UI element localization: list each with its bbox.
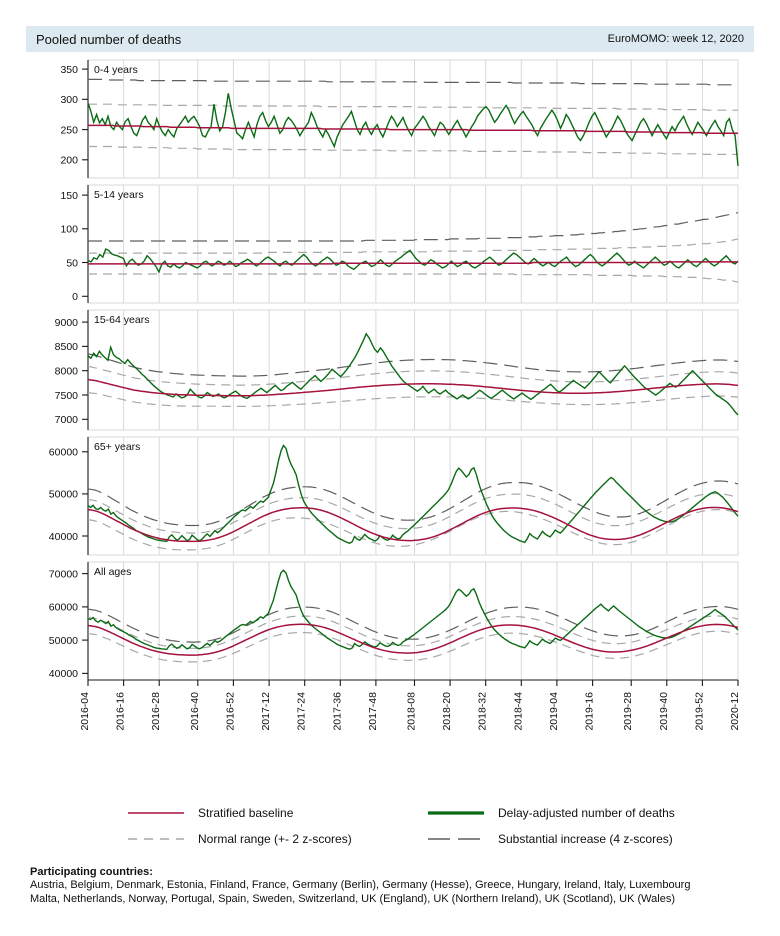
x-tick-label: 2016-16 [115, 692, 127, 731]
legend-swatch-baseline-icon [128, 812, 184, 814]
y-tick-label: 70000 [49, 568, 78, 580]
series-substantial-increase [87, 480, 739, 527]
y-tick-label: 100 [60, 224, 78, 236]
series-substantial-increase [88, 212, 739, 242]
legend-swatch-deaths-icon [428, 811, 484, 815]
y-tick-label: 7000 [55, 414, 79, 426]
chart-panel-all-ages: 40000 50000 60000 70000 All ages 2016-04 2016-… [49, 561, 741, 731]
x-tick-label: 2018-32 [477, 692, 489, 731]
panel-label: 0-4 years [94, 64, 138, 76]
series-normal-range-lower [88, 145, 738, 155]
legend-swatch-normal-range-icon [128, 838, 184, 840]
x-tick-label: 2018-08 [405, 692, 417, 731]
y-tick-label: 60000 [49, 447, 78, 459]
participating-countries-line-2: Malta, Netherlands, Norway, Portugal, Sp… [30, 892, 675, 905]
x-tick-label: 2016-28 [150, 692, 162, 731]
legend-label-baseline: Stratified baseline [198, 806, 294, 820]
legend-row-1: Stratified baseline Delay-adjusted numbe… [0, 800, 780, 826]
series-substantial-increase [88, 78, 738, 86]
legend-delay-adjusted-deaths: Delay-adjusted number of deaths [428, 806, 758, 820]
y-tick-label: 50000 [49, 635, 78, 647]
x-tick-label: 2016-04 [79, 692, 91, 731]
x-tick-label: 2017-24 [296, 692, 308, 731]
legend-label-substantial: Substantial increase (4 z-scores) [498, 832, 673, 846]
participating-countries-title: Participating countries: [30, 866, 153, 878]
chart-panel-15-64-years: 7000 7500 8000 8500 9000 15-64 years [55, 309, 739, 431]
page-title: Pooled number of deaths [36, 31, 182, 47]
x-tick-label: 2019-52 [693, 692, 705, 731]
participating-countries-line-1: Austria, Belgium, Denmark, Estonia, Finl… [30, 879, 691, 891]
x-tick-label: 2019-28 [622, 692, 634, 731]
panel-label: 65+ years [94, 441, 140, 453]
legend-label-deaths: Delay-adjusted number of deaths [498, 806, 675, 820]
series-delay-adjusted-deaths [87, 569, 739, 651]
y-tick-label: 150 [60, 190, 78, 202]
y-tick-label: 8500 [55, 341, 79, 353]
panel-label: 5-14 years [94, 189, 144, 201]
legend-swatch-substantial-icon [428, 838, 484, 840]
x-tick-label: 2017-36 [331, 692, 343, 731]
y-tick-label: 40000 [49, 668, 78, 680]
legend-row-2: Normal range (+- 2 z-scores) Substantial… [0, 826, 780, 852]
series-delay-adjusted-deaths [87, 444, 739, 544]
series-substantial-increase [87, 605, 739, 643]
x-tick-label: 2020-12 [729, 692, 741, 731]
series-delay-adjusted-deaths [87, 332, 739, 416]
y-tick-label: 60000 [49, 602, 78, 614]
y-tick-label: 40000 [49, 531, 78, 543]
y-tick-label: 7500 [55, 390, 79, 402]
chart-panel-5-14-years: 0 50 100 150 5-14 years [60, 184, 739, 304]
chart-legend: Stratified baseline Delay-adjusted numbe… [0, 800, 780, 852]
panel-label: 15-64 years [94, 314, 149, 326]
y-tick-label: 50000 [49, 489, 78, 501]
x-tick-label: 2016-40 [189, 692, 201, 731]
legend-normal-range: Normal range (+- 2 z-scores) [128, 832, 428, 846]
y-tick-label: 50 [66, 257, 78, 269]
x-tick-label: 2016-52 [224, 692, 236, 731]
series-normal-range-upper [87, 615, 739, 649]
y-tick-label: 200 [60, 155, 78, 167]
x-tick-label: 2019-16 [584, 692, 596, 731]
x-tick-label: 2019-40 [658, 692, 670, 731]
panel-label: All ages [94, 566, 131, 578]
y-tick-label: 9000 [55, 317, 79, 329]
chart-canvas: 200 250 300 350 0-4 years 0 50 100 150 5-14 years… [0, 55, 780, 775]
legend-label-normal-range: Normal range (+- 2 z-scores) [198, 832, 352, 846]
y-tick-label: 8000 [55, 366, 79, 378]
x-tick-label: 2017-48 [367, 692, 379, 731]
euromomo-chart-page: Pooled number of deaths EuroMOMO: week 1… [0, 0, 780, 936]
y-tick-label: 350 [60, 64, 78, 76]
chart-panel-65-years: 40000 50000 60000 65+ years [49, 436, 739, 556]
series-substantial-increase [87, 353, 739, 377]
x-tick-label: 2018-44 [512, 692, 524, 731]
x-tick-label: 2018-20 [441, 692, 453, 731]
multi-panel-line-chart: 200 250 300 350 0-4 years 0 50 100 150 5-14 years… [49, 59, 741, 731]
legend-stratified-baseline: Stratified baseline [128, 806, 428, 820]
header-week-label: EuroMOMO: week 12, 2020 [607, 33, 744, 45]
series-normal-range-lower [88, 273, 739, 283]
chart-panel-0-4-years: 200 250 300 350 0-4 years [60, 59, 739, 179]
participating-countries: Participating countries: Austria, Belgiu… [30, 866, 760, 906]
y-tick-label: 300 [60, 94, 78, 106]
chart-header-bar: Pooled number of deaths EuroMOMO: week 1… [26, 26, 754, 52]
x-tick-label: 2017-12 [260, 692, 272, 731]
series-normal-range-upper [88, 103, 738, 111]
y-tick-label: 0 [72, 291, 78, 303]
y-tick-label: 250 [60, 124, 78, 136]
legend-substantial-increase: Substantial increase (4 z-scores) [428, 832, 758, 846]
series-normal-range-lower [87, 508, 739, 551]
x-tick-label: 2019-04 [548, 692, 560, 731]
